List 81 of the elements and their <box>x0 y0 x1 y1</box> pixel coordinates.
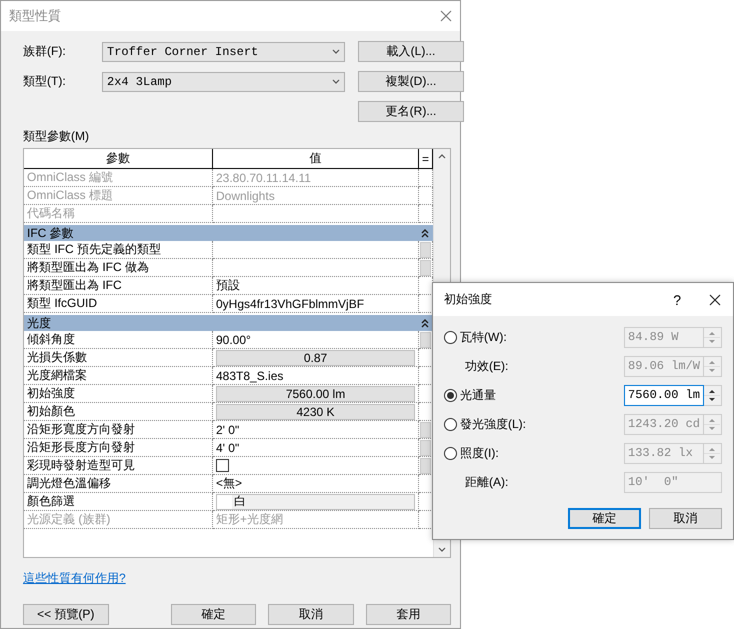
spinner-icon[interactable] <box>704 384 722 406</box>
parameter-name: 調光燈色溫偏移 <box>24 475 213 493</box>
parameter-option-cell[interactable] <box>419 439 433 457</box>
value-cell: 23.80.70.11.14.11 <box>213 169 419 187</box>
value-cell: 0yHgs4fr13VhGFblmmVjBF <box>213 295 419 313</box>
option-label: 光通量 <box>460 386 496 404</box>
ok-button[interactable]: 確定 <box>568 508 641 529</box>
value-button[interactable]: 7560.00 lm <box>216 386 415 402</box>
dialog-title: 初始強度 <box>444 291 493 308</box>
radio-button[interactable] <box>444 418 457 430</box>
parameter-name: 顏色篩選 <box>24 493 213 511</box>
value-cell: 483T8_S.ies <box>213 367 419 385</box>
family-dropdown[interactable]: Troffer Corner Insert <box>102 42 345 62</box>
parameter-name: 將類型匯出為 IFC <box>24 277 213 295</box>
group-title: 光度 <box>27 314 51 332</box>
load-button[interactable]: 載入(L)... <box>358 41 464 62</box>
group-header[interactable]: 光度 <box>24 315 433 331</box>
option-label: 距離(A): <box>465 474 508 490</box>
parameter-name: 沿矩形寬度方向發射 <box>24 421 213 439</box>
value-cell: 4' 0" <box>213 439 419 457</box>
parameter-option-cell[interactable] <box>419 241 433 259</box>
parameter-name: 光損失係數 <box>24 349 213 367</box>
value-button[interactable]: 0.87 <box>216 350 415 366</box>
group-header[interactable]: IFC 參數 <box>24 225 433 241</box>
parameter-option-cell[interactable] <box>419 421 433 439</box>
parameter-name: 沿矩形長度方向發射 <box>24 439 213 457</box>
column-header[interactable]: = <box>419 149 433 169</box>
group-title: IFC 參數 <box>27 224 74 242</box>
parameter-name: OmniClass 編號 <box>24 169 213 187</box>
parameter-option-cell[interactable] <box>419 331 433 349</box>
value-button[interactable]: 4230 K <box>216 404 415 420</box>
parameter-name: 傾斜角度 <box>24 331 213 349</box>
value-cell: 2' 0" <box>213 421 419 439</box>
close-icon[interactable] <box>709 294 721 306</box>
radio-button[interactable] <box>444 388 457 402</box>
parameter-name: 光源定義 (族群) <box>24 511 213 529</box>
type-label: 類型(T): <box>23 73 67 90</box>
cancel-button[interactable]: 取消 <box>649 508 722 529</box>
apply-button[interactable]: 套用 <box>366 604 451 625</box>
option-label: 發光強度(L): <box>460 416 526 432</box>
value-cell: 矩形+光度網 <box>213 511 419 529</box>
parameter-option-cell[interactable] <box>419 259 433 277</box>
parameter-name: 光度網檔案 <box>24 367 213 385</box>
value-cell: <無> <box>213 475 419 493</box>
window-title: 類型性質 <box>9 7 61 25</box>
parameter-name: 初始顏色 <box>24 403 213 421</box>
parameter-name: OmniClass 標題 <box>24 187 213 205</box>
parameter-name: 類型 IFC 預先定義的類型 <box>24 241 213 259</box>
column-header: 參數 <box>24 149 213 169</box>
parameter-name: 初始強度 <box>24 385 213 403</box>
parameter-name: 代碼名稱 <box>24 205 213 223</box>
value-cell: 預設 <box>213 277 419 295</box>
parameter-name: 類型 IfcGUID <box>24 295 213 313</box>
option-label: 瓦特(W): <box>460 328 507 346</box>
value-cell: 90.00° <box>213 331 419 349</box>
parameter-name: 彩現時發射造型可見 <box>24 457 213 475</box>
collapse-icon[interactable] <box>421 318 429 328</box>
value-cell: Downlights <box>213 187 419 205</box>
parameter-option-cell[interactable] <box>419 457 433 475</box>
option-label: 功效(E): <box>465 358 508 374</box>
color-button[interactable]: 白 <box>216 494 415 510</box>
help-button[interactable]: ? <box>673 292 681 308</box>
radio-button[interactable] <box>444 330 457 344</box>
scroll-up-icon <box>438 153 446 159</box>
cancel-button[interactable]: 取消 <box>268 604 354 625</box>
help-link[interactable]: 這些性質有何作用? <box>23 570 126 587</box>
column-header: 值 <box>213 149 419 169</box>
value-field[interactable]: 7560.00 lm <box>624 384 704 406</box>
type-dropdown[interactable]: 2x4 3Lamp <box>102 72 345 92</box>
preview-button[interactable]: << 預覽(P) <box>23 604 108 625</box>
radio-button[interactable] <box>444 446 457 460</box>
checkbox[interactable] <box>216 459 229 472</box>
duplicate-button[interactable]: 複製(D)... <box>358 71 464 92</box>
family-label: 族群(F): <box>23 43 67 60</box>
parameter-name: 將類型匯出為 IFC 做為 <box>24 259 213 277</box>
table-label: 類型參數(M) <box>23 128 90 145</box>
ok-button[interactable]: 確定 <box>170 604 256 625</box>
rename-button[interactable]: 更名(R)... <box>358 101 464 122</box>
collapse-icon[interactable] <box>421 228 429 238</box>
scroll-down-icon <box>438 547 446 553</box>
option-label: 照度(I): <box>460 444 499 462</box>
